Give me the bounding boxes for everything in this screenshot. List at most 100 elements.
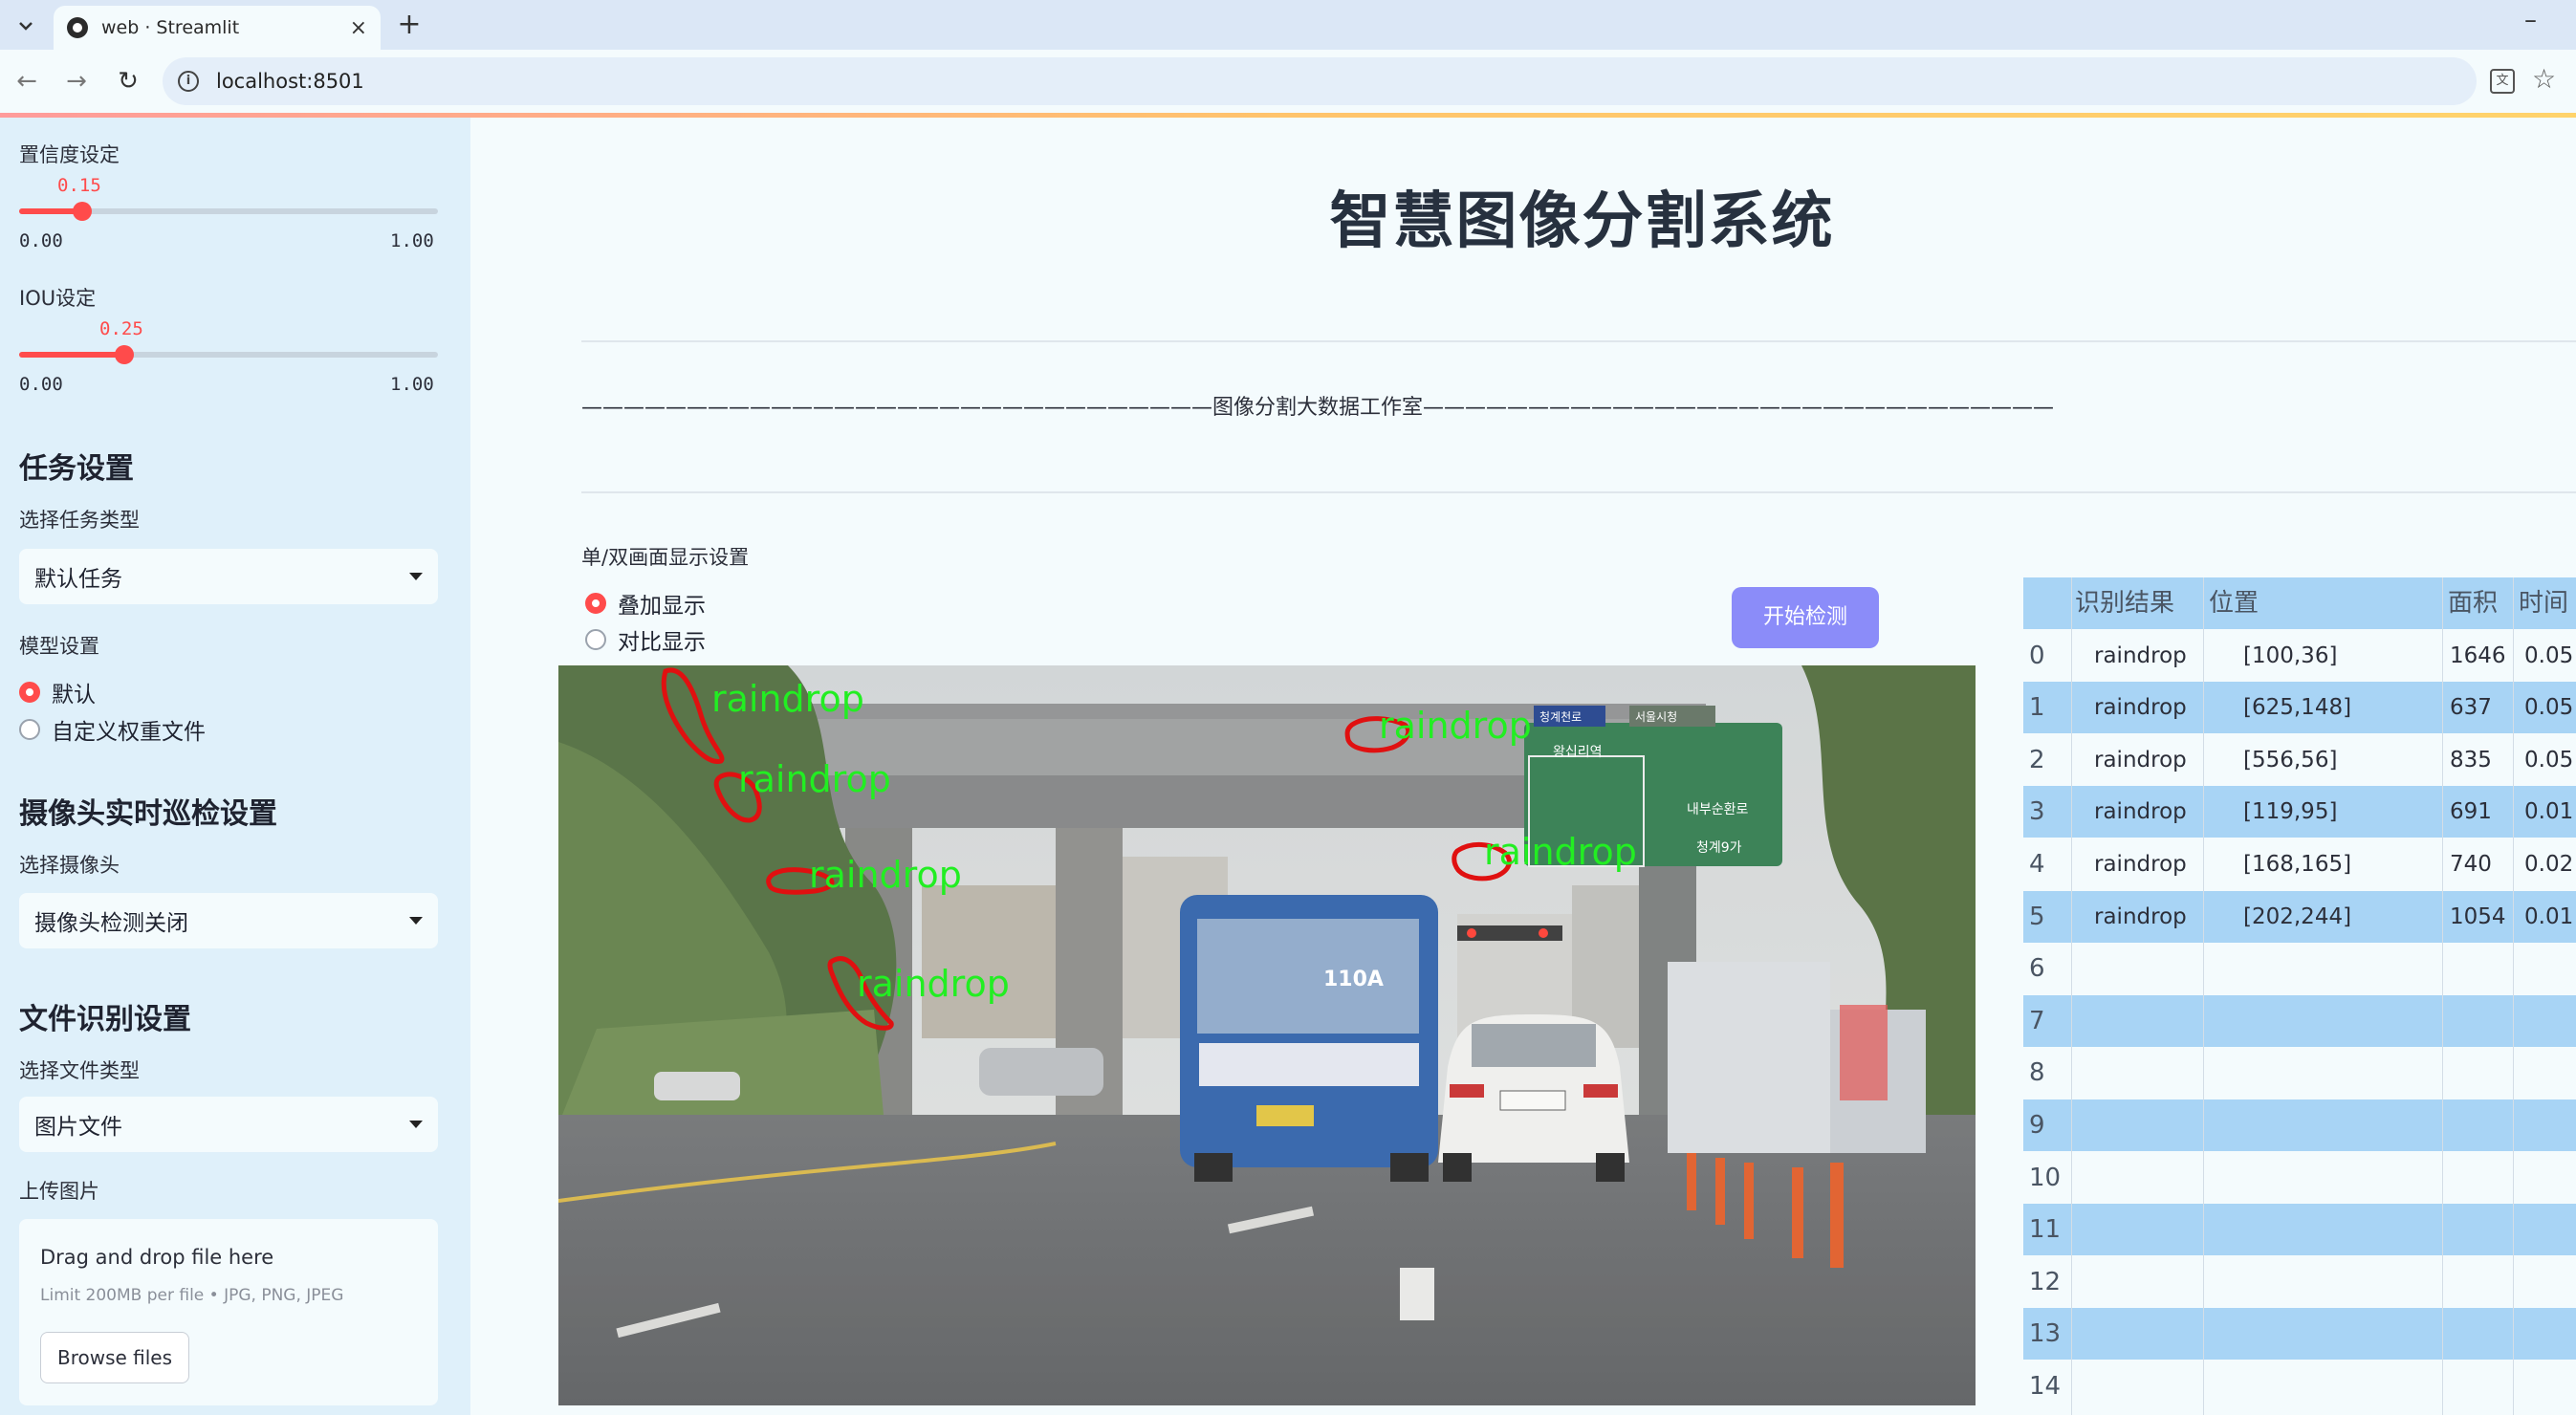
display-option-overlay-label: 叠加显示 xyxy=(618,594,706,619)
browser-tab-strip: web · Streamlit × + – xyxy=(0,0,2576,50)
time-cell: 0.05 xyxy=(2524,642,2574,668)
iou-label: IOU设定 xyxy=(19,287,97,310)
file-type-select[interactable]: 图片文件 xyxy=(19,1097,438,1152)
row-index: 4 xyxy=(2029,850,2045,879)
row-index: 9 xyxy=(2029,1111,2045,1140)
time-cell: 0.02 xyxy=(2524,852,2574,877)
address-bar[interactable]: i localhost:8501 xyxy=(163,57,2477,105)
back-arrow-icon[interactable]: ← xyxy=(10,64,44,98)
radio-unselected-icon[interactable] xyxy=(585,629,606,650)
row-index: 14 xyxy=(2029,1372,2062,1401)
file-settings-heading: 文件识别设置 xyxy=(19,1003,191,1036)
position-cell: [119,95] xyxy=(2243,799,2338,825)
reload-icon[interactable]: ↻ xyxy=(111,64,145,98)
tab-search-chevron-icon[interactable] xyxy=(10,10,42,42)
table-row: 1 raindrop [625,148] 637 0.05 xyxy=(2023,682,2576,734)
position-cell: [556,56] xyxy=(2243,747,2338,773)
sidebar: 置信度设定 0.15 0.00 1.00 IOU设定 0.25 0.00 1.0… xyxy=(0,118,470,1415)
iou-min: 0.00 xyxy=(19,374,63,395)
row-index: 7 xyxy=(2029,1006,2045,1035)
divider xyxy=(581,340,2576,342)
table-row: 13 xyxy=(2023,1308,2576,1361)
detection-label: raindrop xyxy=(1484,831,1637,873)
table-row: 11 xyxy=(2023,1204,2576,1256)
row-index: 12 xyxy=(2029,1267,2062,1296)
time-cell: 0.01 xyxy=(2524,903,2574,929)
task-settings-heading: 任务设置 xyxy=(19,452,134,486)
forward-arrow-icon[interactable]: → xyxy=(59,64,94,98)
radio-selected-icon[interactable] xyxy=(19,682,40,703)
table-header-row: 识别结果 位置 面积 时间 xyxy=(2023,577,2576,629)
display-option-overlay[interactable]: 叠加显示 xyxy=(585,587,706,620)
task-type-select[interactable]: 默认任务 xyxy=(19,549,438,604)
detection-label: raindrop xyxy=(857,963,1010,1005)
table-row: 14 xyxy=(2023,1361,2576,1412)
row-index: 2 xyxy=(2029,745,2045,774)
radio-selected-icon[interactable] xyxy=(585,593,606,614)
camera-label: 选择摄像头 xyxy=(19,854,120,877)
detection-label: raindrop xyxy=(711,678,864,720)
confidence-min: 0.00 xyxy=(19,230,63,251)
iou-max: 1.00 xyxy=(390,374,434,395)
page-title: 智慧图像分割系统 xyxy=(1329,186,1835,257)
tab-close-icon[interactable]: × xyxy=(350,16,367,40)
time-cell: 0.05 xyxy=(2524,695,2574,721)
upload-label: 上传图片 xyxy=(19,1180,99,1203)
results-table[interactable]: 识别结果 位置 面积 时间 0 raindrop [100,36] 1646 0.05 1 rain… xyxy=(2023,577,2576,1415)
confidence-label: 置信度设定 xyxy=(19,143,120,166)
row-index: 5 xyxy=(2029,902,2045,931)
site-info-icon[interactable]: i xyxy=(178,71,199,92)
model-option-custom[interactable]: 自定义权重文件 xyxy=(19,713,206,746)
display-option-compare-label: 对比显示 xyxy=(618,630,706,655)
task-type-label: 选择任务类型 xyxy=(19,509,140,532)
chevron-down-icon xyxy=(409,1121,423,1128)
model-option-default[interactable]: 默认 xyxy=(19,676,96,708)
confidence-slider[interactable] xyxy=(19,202,438,221)
table-row: 6 xyxy=(2023,943,2576,995)
time-cell: 0.05 xyxy=(2524,747,2574,773)
area-cell: 740 xyxy=(2450,852,2492,877)
area-cell: 637 xyxy=(2450,695,2492,721)
start-detection-button[interactable]: 开始检测 xyxy=(1732,587,1879,648)
street-scene-illustration: 왕십리역 내부순환로 청계9가 청계천로 서울시청 110A raindrop … xyxy=(558,665,1976,1405)
iou-slider-thumb[interactable] xyxy=(114,345,134,364)
table-row: 10 xyxy=(2023,1151,2576,1204)
tab-title: web · Streamlit xyxy=(101,17,240,38)
row-index: 6 xyxy=(2029,954,2045,984)
task-type-value: 默认任务 xyxy=(34,567,122,592)
studio-banner: ——————————————————————————————图像分割大数据工作室… xyxy=(581,396,2055,420)
area-cell: 691 xyxy=(2450,799,2492,825)
column-divider xyxy=(2071,577,2072,1415)
file-dropzone[interactable]: Drag and drop file here Limit 200MB per … xyxy=(19,1219,438,1405)
row-index: 1 xyxy=(2029,693,2045,723)
new-tab-button[interactable]: + xyxy=(392,8,426,42)
chevron-down-icon xyxy=(409,917,423,925)
streamlit-favicon-icon xyxy=(67,17,88,38)
camera-settings-heading: 摄像头实时巡检设置 xyxy=(19,797,277,831)
minimize-window-button[interactable]: – xyxy=(2524,6,2537,34)
row-index: 0 xyxy=(2029,641,2045,670)
camera-select[interactable]: 摄像头检测关闭 xyxy=(19,893,438,948)
browser-toolbar: ← → ↻ i localhost:8501 文 ☆ xyxy=(0,50,2576,113)
model-option-default-label: 默认 xyxy=(52,683,96,708)
column-header: 识别结果 xyxy=(2075,589,2175,618)
divider xyxy=(581,491,2576,493)
model-option-custom-label: 自定义权重文件 xyxy=(52,720,206,745)
browser-tab[interactable]: web · Streamlit × xyxy=(54,6,381,50)
area-cell: 1054 xyxy=(2450,903,2506,929)
position-cell: [625,148] xyxy=(2243,695,2352,721)
iou-slider[interactable] xyxy=(19,345,438,364)
display-option-compare[interactable]: 对比显示 xyxy=(585,623,706,656)
url-text[interactable]: localhost:8501 xyxy=(216,70,364,93)
confidence-slider-thumb[interactable] xyxy=(72,202,92,221)
position-cell: [100,36] xyxy=(2243,642,2338,668)
radio-unselected-icon[interactable] xyxy=(19,719,40,740)
iou-value: 0.25 xyxy=(99,318,143,339)
result-cell: raindrop xyxy=(2094,747,2187,773)
result-cell: raindrop xyxy=(2094,852,2187,877)
column-divider xyxy=(2513,577,2514,1415)
table-row: 2 raindrop [556,56] 835 0.05 xyxy=(2023,733,2576,786)
bookmark-star-icon[interactable]: ☆ xyxy=(2532,63,2556,95)
browse-files-button[interactable]: Browse files xyxy=(40,1332,189,1383)
translate-icon[interactable]: 文 xyxy=(2490,69,2515,94)
